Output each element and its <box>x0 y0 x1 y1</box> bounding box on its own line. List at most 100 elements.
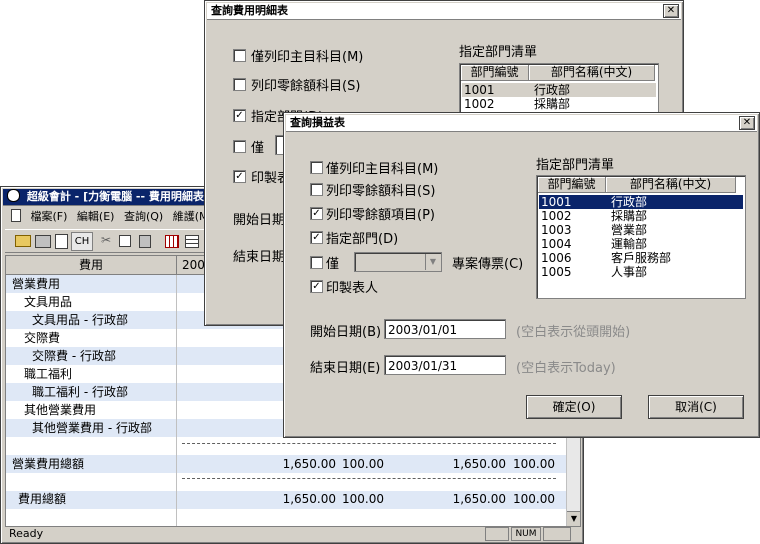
list-item[interactable]: 1003 營業部 <box>539 223 743 237</box>
list-item[interactable]: 1001 行政部 <box>462 83 656 97</box>
list-item[interactable]: 1005 人事部 <box>539 265 743 279</box>
project-dropdown[interactable]: ▼ <box>354 252 442 272</box>
dept-name: 客戶服務部 <box>611 251 672 265</box>
dept-name: 行政部 <box>611 195 648 209</box>
status-bar: Ready NUM <box>5 527 579 541</box>
dept-code: 1003 <box>541 223 572 237</box>
total-value: 1,650.00 <box>282 457 336 471</box>
total-percent: 100.00 <box>513 492 555 506</box>
row-label: 交際費 <box>24 331 61 345</box>
chevron-down-icon[interactable]: ▼ <box>425 254 440 270</box>
dialog1-title: 查詢費用明細表 <box>211 4 288 17</box>
total-value: 1,650.00 <box>282 492 336 506</box>
checkbox-main-only[interactable] <box>310 161 323 174</box>
menu-file[interactable]: 檔案(F) <box>31 210 68 223</box>
income-statement-dialog: 查詢損益表 ✕ 僅列印主目科目(M) 列印零餘額科目(S) ✓ 列印零餘額項目(… <box>283 112 760 438</box>
dept-name: 採購部 <box>534 97 571 111</box>
row-label: 職工福利 - 行政部 <box>32 385 128 399</box>
total-row[interactable]: 費用總額 1,650.00 100.00 1,650.00 100.00 <box>6 490 566 508</box>
ch-button[interactable]: CH <box>71 232 93 251</box>
dept-code: 1006 <box>541 251 572 265</box>
label-only: 僅 <box>326 257 340 272</box>
ok-button[interactable]: 確定(O) <box>526 395 622 419</box>
list-item[interactable]: 1002 採購部 <box>539 209 743 223</box>
label-zero-balance: 列印零餘額科目(S) <box>251 79 361 94</box>
checkbox-only[interactable] <box>233 140 246 153</box>
list-item[interactable]: 1004 運輸部 <box>539 237 743 251</box>
table-icon[interactable] <box>185 235 199 248</box>
list-header-name[interactable]: 部門名稱(中文) <box>606 177 736 193</box>
copy-icon[interactable] <box>119 235 131 247</box>
scroll-down-arrow-icon[interactable]: ▼ <box>567 511 580 526</box>
cancel-button[interactable]: 取消(C) <box>648 395 744 419</box>
cut-icon[interactable]: ✂ <box>101 233 111 247</box>
dept-code: 1004 <box>541 237 572 251</box>
close-icon[interactable]: ✕ <box>663 4 679 18</box>
label-start-date: 開始日期(B) <box>310 325 382 340</box>
label-main-only: 僅列印主目科目(M) <box>251 50 364 65</box>
dept-name: 人事部 <box>611 265 648 279</box>
label-end-date: 結束日期(E) <box>310 361 381 376</box>
open-folder-icon[interactable] <box>15 235 31 247</box>
menu-edit[interactable]: 編輯(E) <box>77 210 115 223</box>
dialog2-titlebar: 查詢損益表 ✕ <box>286 115 757 132</box>
dashed-separator <box>182 443 556 444</box>
checkbox-main-only[interactable] <box>233 49 246 62</box>
dept-code: 1002 <box>541 209 572 223</box>
start-date-hint: (空白表示從頭開始) <box>516 325 631 340</box>
total-label: 費用總額 <box>18 492 67 506</box>
dept-code: 1002 <box>464 97 495 111</box>
status-text: Ready <box>9 527 44 540</box>
end-date-input[interactable]: 2003/01/31 <box>384 355 506 375</box>
dashed-separator <box>182 478 556 479</box>
checkbox-preparer[interactable]: ✓ <box>233 170 246 183</box>
dialog1-titlebar: 查詢費用明細表 ✕ <box>207 3 681 20</box>
dept-name: 行政部 <box>534 83 571 97</box>
start-date-input[interactable]: 2003/01/01 <box>384 319 506 339</box>
preview-icon[interactable] <box>55 234 68 249</box>
app-icon <box>7 189 20 202</box>
label-only: 僅 <box>251 141 265 156</box>
label-project-voucher: 專案傳票(C) <box>452 257 524 272</box>
label-preparer: 印製表人 <box>326 281 379 296</box>
dept-list[interactable]: 部門編號 部門名稱(中文) 1001 行政部 1002 採購部 <box>459 63 659 113</box>
col-header-expense: 費用 <box>6 256 177 274</box>
list-item[interactable]: 1006 客戶服務部 <box>539 251 743 265</box>
total-value: 1,650.00 <box>452 492 506 506</box>
list-item[interactable]: 1002 採購部 <box>462 97 656 111</box>
total-percent: 100.00 <box>342 457 384 471</box>
label-zero-balance-item: 列印零餘額項目(P) <box>326 208 435 223</box>
dept-list-title: 指定部門清單 <box>536 158 615 173</box>
dept-code: 1005 <box>541 265 572 279</box>
grid-icon[interactable] <box>165 235 179 248</box>
label-start-date: 開始日期 <box>233 213 286 228</box>
checkbox-zero-balance-account[interactable] <box>310 183 323 196</box>
checkbox-only[interactable] <box>310 256 323 269</box>
total-row[interactable]: 營業費用總額 1,650.00 100.00 1,650.00 100.00 <box>6 455 566 473</box>
row-label: 營業費用 <box>12 277 61 291</box>
dept-code: 1001 <box>464 83 495 97</box>
dept-list[interactable]: 部門編號 部門名稱(中文) 1001 行政部 1002 採購部 1003 營業部… <box>536 175 746 299</box>
menu-query[interactable]: 查詢(Q) <box>124 210 163 223</box>
checkbox-zero-balance-item[interactable]: ✓ <box>310 207 323 220</box>
checkbox-dept[interactable]: ✓ <box>310 231 323 244</box>
checkbox-zero-balance[interactable] <box>233 78 246 91</box>
total-label: 營業費用總額 <box>12 457 85 471</box>
row-label: 其他營業費用 <box>24 403 97 417</box>
row-label: 其他營業費用 - 行政部 <box>32 421 152 435</box>
total-percent: 100.00 <box>342 492 384 506</box>
main-title: 超級會計 - [力衡電腦 -- 費用明細表] <box>26 190 209 203</box>
print-icon[interactable] <box>35 235 51 248</box>
paste-icon[interactable] <box>139 235 151 248</box>
dept-name: 採購部 <box>611 209 648 223</box>
checkbox-dept[interactable]: ✓ <box>233 109 246 122</box>
close-icon[interactable]: ✕ <box>739 116 755 130</box>
list-header-name[interactable]: 部門名稱(中文) <box>529 65 655 81</box>
end-date-hint: (空白表示Today) <box>516 361 616 376</box>
list-header-code[interactable]: 部門編號 <box>461 65 529 81</box>
checkbox-preparer[interactable]: ✓ <box>310 280 323 293</box>
list-header-code[interactable]: 部門編號 <box>538 177 606 193</box>
row-label: 文具用品 <box>24 295 73 309</box>
list-item-selected[interactable]: 1001 行政部 <box>539 195 743 209</box>
doc-icon <box>11 209 21 222</box>
